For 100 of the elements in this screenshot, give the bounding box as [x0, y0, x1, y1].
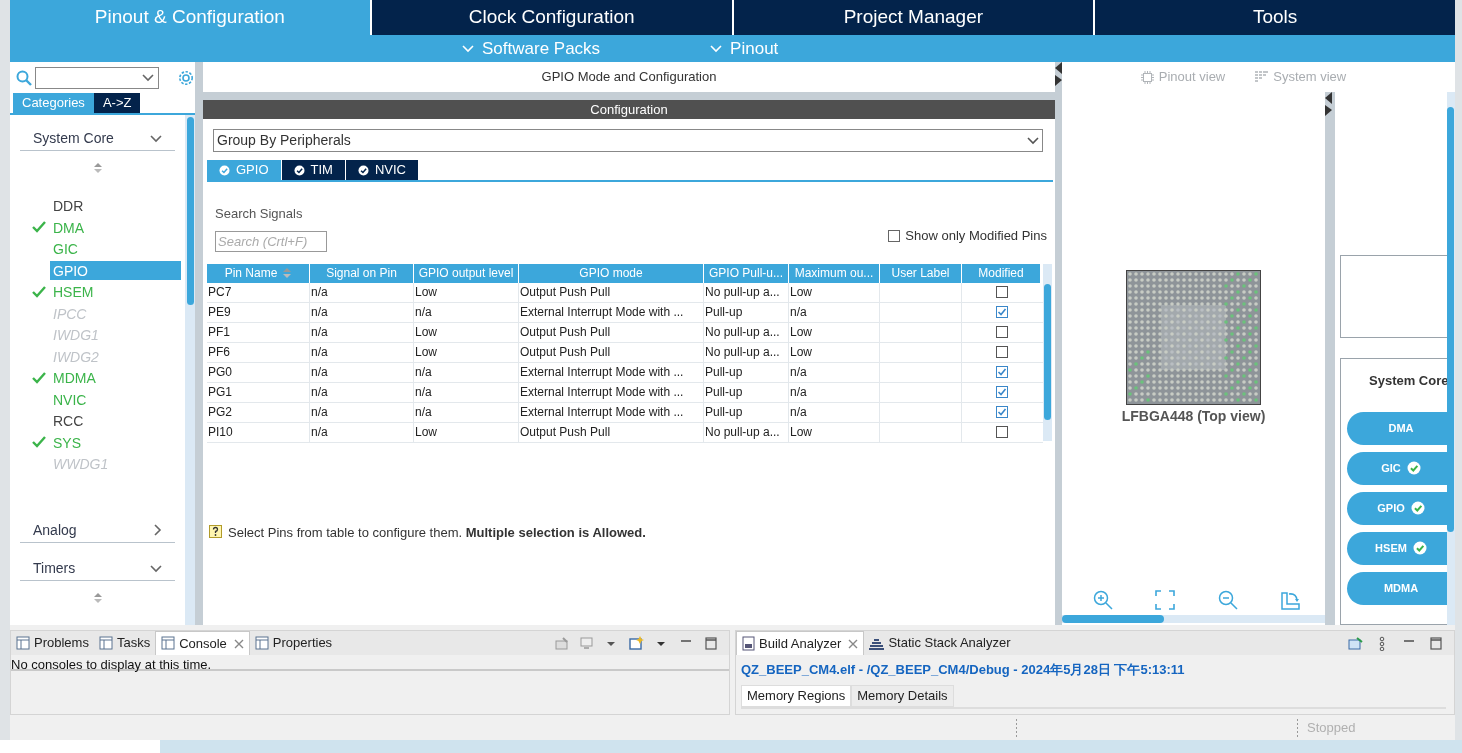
search-dropdown[interactable] — [35, 66, 159, 89]
peripheral-button[interactable]: MDMA — [1347, 571, 1447, 605]
fit-screen-icon[interactable] — [1155, 590, 1176, 610]
table-cell: Pull-up — [704, 362, 789, 382]
table-cell: n/a — [310, 422, 414, 442]
check-circle-icon — [293, 164, 305, 176]
scrollbar[interactable] — [1043, 263, 1052, 441]
chip-label: LFBGA448 (Top view) — [1121, 407, 1266, 426]
view-tab[interactable]: Categories — [13, 93, 94, 113]
peripheral-item[interactable]: SYS — [50, 432, 181, 452]
checkbox[interactable] — [995, 366, 1008, 378]
chevron-down-icon — [150, 564, 162, 573]
peripheral-item[interactable]: IPCC — [50, 303, 181, 323]
config-tab[interactable]: TIM — [281, 160, 346, 180]
category-header[interactable]: Timers — [20, 556, 175, 582]
table-cell: External Interrupt Mode with ... — [519, 402, 704, 422]
sub-tab[interactable]: Memory Details — [851, 684, 954, 707]
maximize-icon[interactable] — [1429, 635, 1444, 651]
monitor-icon[interactable] — [579, 635, 594, 651]
close-icon[interactable] — [848, 638, 859, 649]
checkbox[interactable] — [995, 406, 1008, 418]
table-cell: n/a — [789, 382, 880, 402]
peripheral-item[interactable]: IWDG2 — [50, 346, 181, 366]
table-cell: n/a — [310, 342, 414, 362]
zoom-in-icon[interactable] — [1093, 590, 1114, 610]
table-cell: Pull-up — [704, 302, 789, 322]
table-icon — [16, 635, 30, 651]
show-modified-checkbox[interactable]: Show only Modified Pins — [888, 226, 1047, 246]
checkbox[interactable] — [995, 346, 1008, 358]
table-cell: PF6 — [207, 342, 310, 362]
column-header[interactable]: GPIO Pull-u... — [704, 263, 789, 283]
file-path-link[interactable]: QZ_BEEP_CM4.elf - /QZ_BEEP_CM4/Debug - 2024年5月28日 下午5:13:11 — [736, 660, 1454, 680]
scrollbar[interactable] — [185, 115, 195, 625]
config-tab[interactable]: GPIO — [207, 160, 282, 180]
peripheral-item[interactable]: IWDG1 — [50, 325, 181, 345]
view-toggle[interactable]: System view — [1255, 67, 1347, 87]
view-tab[interactable]: A->Z — [93, 93, 141, 113]
table-cell: n/a — [414, 402, 519, 422]
collapse-arrows-icon — [1325, 92, 1332, 116]
table-cell: Low — [414, 422, 519, 442]
column-header[interactable]: Modified — [962, 263, 1041, 283]
peripheral-item[interactable]: HSEM — [50, 282, 181, 302]
view-toggle[interactable]: Pinout view — [1140, 67, 1226, 87]
top-tab[interactable]: Pinout & Configuration — [10, 0, 372, 35]
peripheral-item[interactable]: NVIC — [50, 389, 181, 409]
menu-button[interactable]: Software Packs — [462, 35, 601, 62]
peripheral-button[interactable]: DMA — [1347, 411, 1447, 445]
panel-tab[interactable]: Build Analyzer — [736, 631, 865, 655]
check-circle-icon — [357, 164, 369, 176]
table-cell: No pull-up a... — [704, 282, 789, 302]
rotate-icon[interactable] — [1279, 590, 1300, 610]
table-cell: Output Push Pull — [519, 342, 704, 362]
column-header[interactable]: User Label — [880, 263, 962, 283]
column-header[interactable]: Pin Name — [207, 263, 310, 283]
pin-icon[interactable] — [1348, 635, 1363, 651]
checkbox[interactable] — [995, 426, 1008, 438]
category-header[interactable]: System Core — [20, 127, 175, 152]
checkbox[interactable] — [995, 286, 1008, 298]
peripheral-button[interactable]: HSEM — [1347, 531, 1447, 565]
peripheral-item[interactable]: DDR — [50, 196, 181, 216]
menu-button[interactable]: Pinout — [710, 35, 779, 62]
table-cell: No pull-up a... — [704, 422, 789, 442]
scrollbar[interactable] — [1062, 615, 1325, 623]
sub-tab[interactable]: Memory Regions — [741, 684, 852, 707]
table-cell: Low — [414, 322, 519, 342]
category-header[interactable]: Analog — [20, 518, 175, 544]
panel-tab[interactable]: Problems — [11, 631, 94, 655]
peripheral-item[interactable]: RCC — [50, 411, 181, 431]
peripheral-item[interactable]: GIC — [50, 239, 181, 259]
panel-tab[interactable]: Console — [155, 631, 250, 655]
table-cell: n/a — [310, 362, 414, 382]
checkbox[interactable] — [995, 326, 1008, 338]
panel-tab[interactable]: Static Stack Analyzer — [864, 631, 1016, 655]
splitter[interactable] — [1055, 62, 1062, 625]
peripheral-item[interactable]: GPIO — [50, 260, 181, 280]
search-field[interactable]: Search (Crtl+F) — [215, 230, 327, 252]
checkbox[interactable] — [995, 386, 1008, 398]
table-cell: Output Push Pull — [519, 322, 704, 342]
column-header[interactable]: Signal on Pin — [310, 263, 414, 283]
peripheral-item[interactable]: DMA — [50, 217, 181, 237]
column-header[interactable]: Maximum ou... — [789, 263, 880, 283]
scrollbar[interactable] — [1447, 92, 1455, 625]
panel-tab[interactable]: Tasks — [93, 631, 156, 655]
checkbox[interactable] — [995, 306, 1008, 318]
panel-tab[interactable]: Properties — [249, 631, 338, 655]
peripheral-item[interactable]: MDMA — [50, 368, 181, 388]
peripheral-item[interactable]: WWDG1 — [50, 454, 181, 474]
peripheral-button[interactable]: GIC — [1347, 451, 1447, 485]
pin-icon[interactable] — [554, 635, 569, 651]
maximize-icon[interactable] — [704, 635, 719, 651]
config-tab[interactable]: NVIC — [345, 160, 419, 180]
table-cell: n/a — [310, 382, 414, 402]
column-header[interactable]: GPIO mode — [519, 263, 704, 283]
column-header[interactable]: GPIO output level — [414, 263, 519, 283]
peripheral-button[interactable]: GPIO — [1347, 491, 1447, 525]
close-icon[interactable] — [233, 638, 244, 649]
group-dropdown[interactable]: Group By Peripherals — [213, 129, 1043, 152]
table-cell: PC7 — [207, 282, 310, 302]
zoom-out-icon[interactable] — [1217, 590, 1238, 610]
new-console-icon[interactable] — [629, 635, 644, 651]
